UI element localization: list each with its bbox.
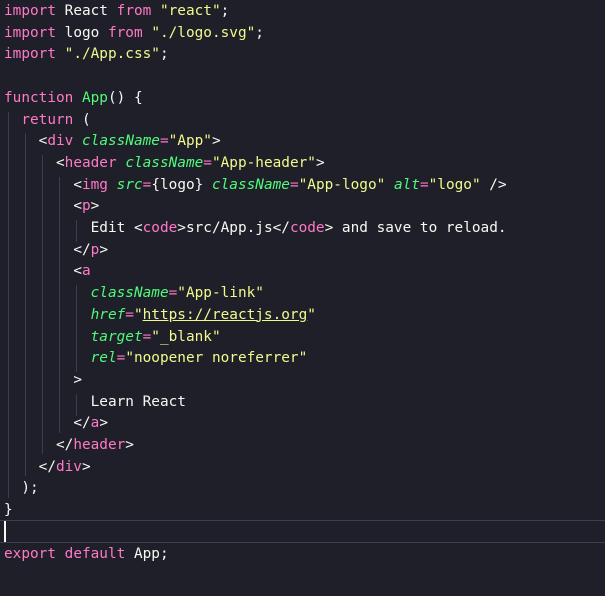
code-line-20: </a> (73, 415, 108, 432)
code-line-1: import React from "react"; (4, 3, 230, 19)
jsx-tag: p (90, 241, 100, 258)
keyword: return (21, 111, 74, 128)
jsx-attribute: rel (90, 350, 117, 367)
jsx-tag: a (90, 415, 100, 432)
code-line-16: target="_blank" (90, 328, 221, 345)
code-line-24: } (4, 500, 13, 522)
code-line-14: className="App-link" (90, 285, 264, 302)
code-line-9: <img src={logo} className="App-logo" alt… (73, 176, 507, 193)
jsx-attribute: target (90, 328, 143, 345)
punctuation: ( (73, 111, 91, 128)
keyword: import (4, 3, 56, 19)
jsx-tag: header (64, 154, 117, 171)
code-line-6: return ( (4, 110, 91, 132)
jsx-text: and save to reload. (333, 220, 507, 236)
text-cursor (4, 521, 6, 542)
string-literal: "App-logo" (298, 176, 386, 193)
code-line-3: import "./App.css"; (4, 46, 169, 63)
jsx-tag: code (142, 220, 178, 236)
code-line-10: <p> (73, 198, 100, 215)
keyword: from (116, 3, 152, 19)
keyword: function (4, 89, 74, 106)
keyword: import (4, 46, 56, 63)
identifier: App (133, 545, 160, 562)
code-line-8: <header className="App-header"> (55, 154, 325, 171)
code-line-22: </div> (38, 458, 91, 475)
keyword: import (4, 24, 56, 41)
code-line-17: rel="noopener noreferrer" (90, 350, 308, 367)
jsx-tag: div (55, 458, 82, 475)
code-line-26: export default App; (4, 545, 169, 562)
string-literal: "App-link" (177, 285, 264, 302)
code-editor[interactable]: import React from "react"; import logo f… (0, 0, 605, 596)
code-line-12: </p> (73, 241, 108, 258)
string-literal: "_blank" (151, 328, 221, 345)
jsx-attribute: className (82, 133, 160, 150)
jsx-attribute: className (211, 176, 290, 193)
keyword: from (107, 24, 143, 41)
jsx-tag: header (73, 437, 126, 453)
code-line-13: <a (73, 263, 91, 280)
jsx-text: Learn React (90, 393, 186, 410)
jsx-text: src/App.js (185, 220, 273, 236)
jsx-tag: a (81, 263, 91, 280)
punctuation: () { (107, 89, 143, 106)
jsx-expression: {logo} (151, 176, 204, 193)
string-literal: "react" (159, 3, 221, 19)
jsx-tag: div (47, 133, 74, 150)
jsx-attribute: href (90, 306, 126, 323)
string-literal: "./App.css" (64, 46, 160, 63)
jsx-attribute: alt (393, 176, 420, 193)
code-line-2: import logo from "./logo.svg"; (4, 24, 264, 41)
string-literal: "App" (168, 133, 212, 150)
string-literal: "noopener noreferrer" (125, 350, 308, 367)
code-line-19: Learn React (4, 392, 186, 414)
code-line-15: href="https://reactjs.org" (90, 306, 316, 323)
code-line-18: > (73, 371, 82, 388)
code-line-21: </header> (55, 437, 134, 453)
string-literal: "App-header" (211, 154, 316, 171)
jsx-tag: p (81, 198, 91, 215)
code-line-5: function App() { (4, 88, 143, 110)
url-link[interactable]: https://reactjs.org (143, 307, 308, 323)
identifier: React (64, 3, 108, 19)
jsx-tag: code (289, 220, 325, 236)
keyword: export (4, 545, 56, 562)
code-line-23: ); (4, 478, 39, 500)
identifier: logo (64, 24, 100, 41)
jsx-text: Edit (90, 220, 134, 236)
code-line-7: <div className="App"> (38, 133, 221, 150)
code-line-11: Edit <code>src/App.js</code> and save to… (90, 220, 507, 236)
jsx-tag: img (81, 176, 108, 193)
function-name: App (81, 89, 108, 106)
jsx-attribute: className (90, 285, 169, 302)
jsx-attribute: src (116, 176, 143, 193)
keyword: default (64, 545, 126, 562)
punctuation: ); (21, 480, 39, 497)
string-literal: "./logo.svg" (151, 24, 256, 41)
punctuation: } (4, 502, 13, 519)
current-line-highlight (0, 520, 605, 543)
jsx-attribute: className (125, 154, 204, 171)
string-literal: "logo" (428, 176, 481, 193)
